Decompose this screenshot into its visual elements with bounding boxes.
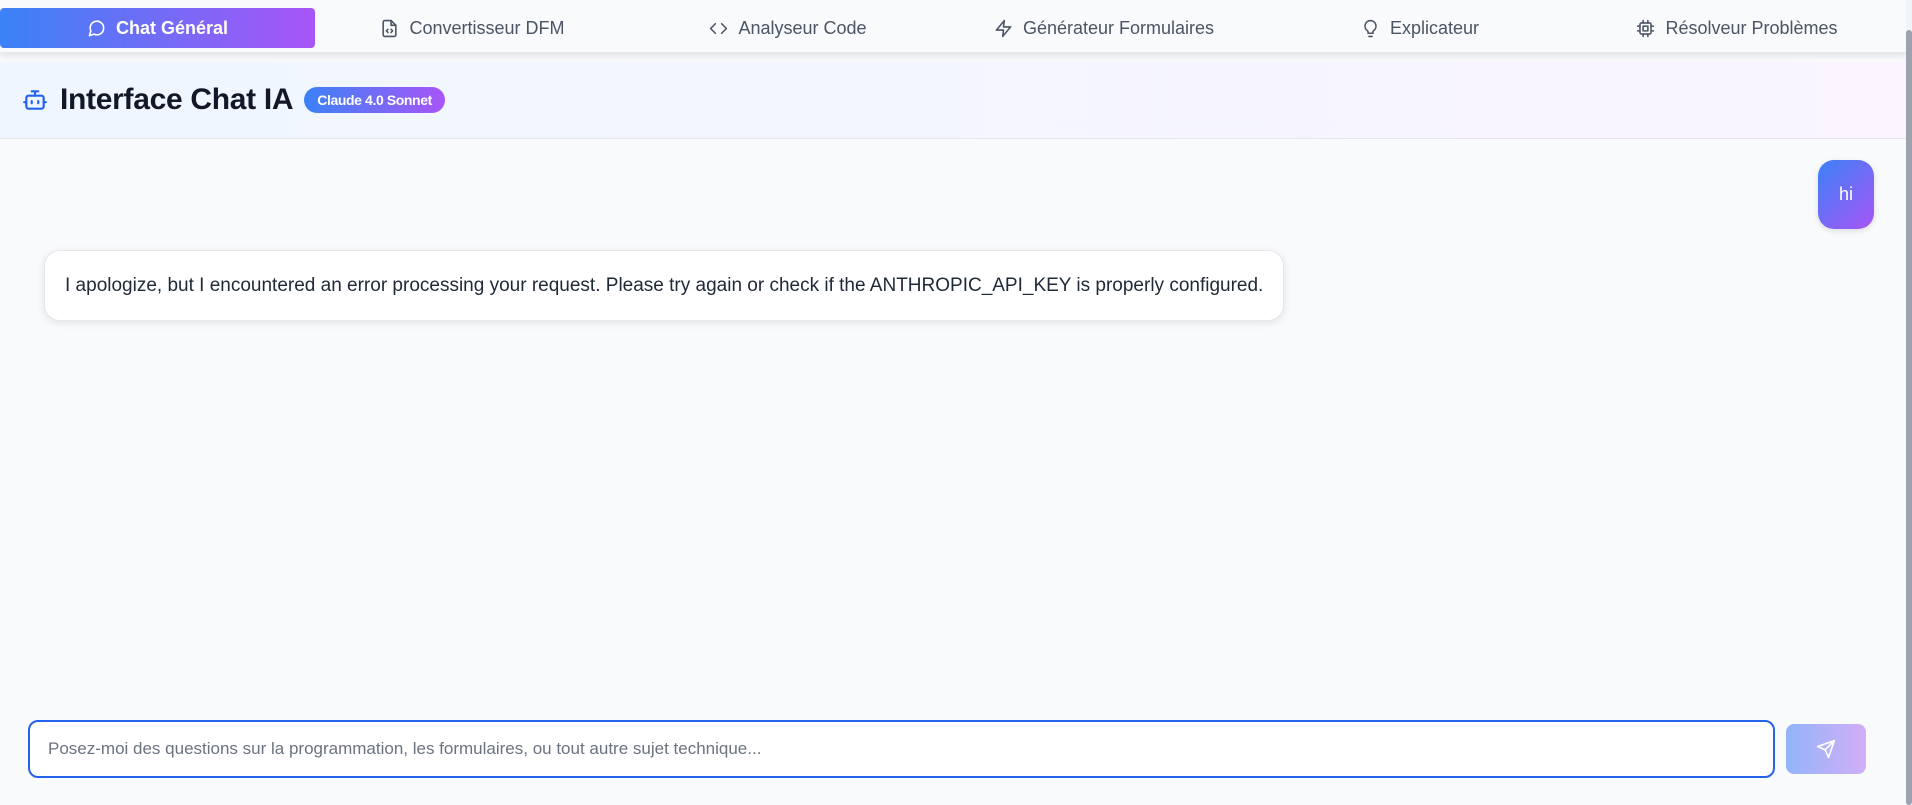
tab-resolveur-problemes[interactable]: Résolveur Problèmes	[1578, 8, 1896, 48]
chat-input[interactable]	[28, 720, 1775, 778]
tab-label: Analyseur Code	[738, 17, 867, 38]
top-tab-bar: Chat Général Convertisseur DFM Analyseur…	[0, 0, 1906, 53]
send-button[interactable]	[1786, 724, 1866, 774]
model-badge: Claude 4.0 Sonnet	[304, 87, 445, 113]
input-area	[0, 705, 1906, 805]
send-icon	[1816, 739, 1836, 759]
page-scrollbar[interactable]	[1906, 0, 1912, 805]
chat-header: Interface Chat IA Claude 4.0 Sonnet	[0, 62, 1906, 139]
bot-icon	[22, 87, 48, 113]
cpu-icon	[1637, 19, 1655, 37]
tab-chat-general[interactable]: Chat Général	[0, 8, 315, 48]
scrollbar-thumb[interactable]	[1906, 30, 1912, 805]
message-circle-icon	[88, 19, 105, 36]
message-list: hi I apologize, but I encountered an err…	[24, 140, 1874, 695]
tab-label: Convertisseur DFM	[409, 17, 565, 38]
page-title: Interface Chat IA	[60, 83, 294, 116]
code-icon	[710, 22, 728, 34]
tab-label: Résolveur Problèmes	[1665, 17, 1838, 38]
lightbulb-icon	[1364, 19, 1377, 37]
tab-label: Explicateur	[1389, 17, 1480, 38]
tab-explicateur[interactable]: Explicateur	[1262, 8, 1578, 48]
tab-convertisseur-dfm[interactable]: Convertisseur DFM	[315, 8, 630, 48]
zap-icon	[995, 19, 1012, 37]
tab-label: Générateur Formulaires	[1022, 17, 1215, 38]
assistant-message: I apologize, but I encountered an error …	[44, 250, 1285, 321]
tab-generateur-formulaires[interactable]: Générateur Formulaires	[946, 8, 1262, 48]
user-message: hi	[1818, 160, 1874, 229]
tab-analyseur-code[interactable]: Analyseur Code	[630, 8, 946, 48]
file-code-icon	[382, 19, 398, 37]
tab-label: Chat Général	[115, 17, 229, 38]
